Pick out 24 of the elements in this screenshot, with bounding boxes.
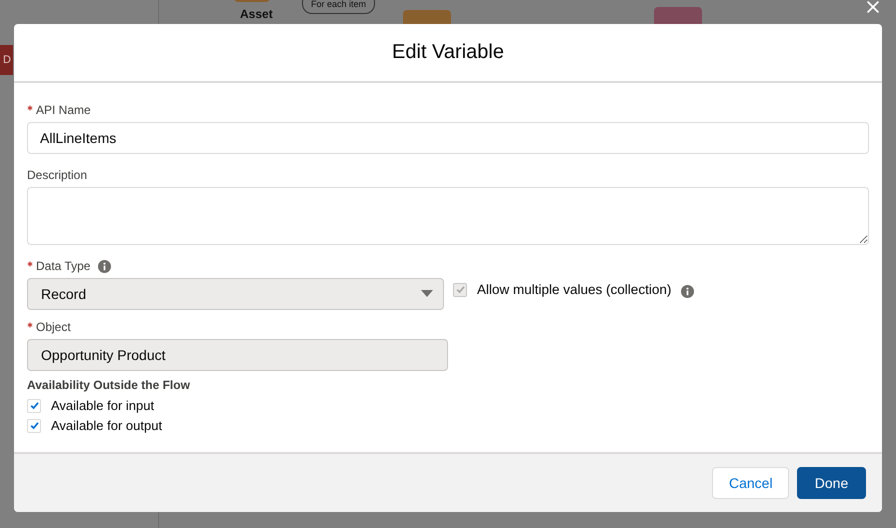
api-name-field[interactable]: AllLineItems — [27, 122, 869, 154]
field-label: Object — [36, 320, 71, 334]
checkbox[interactable] — [27, 398, 41, 412]
checkbox-label: Available for output — [51, 418, 162, 433]
cancel-button[interactable]: Cancel — [712, 467, 789, 499]
field-label: API Name — [36, 103, 91, 117]
checkbox-label: Available for input — [51, 398, 154, 413]
info-icon[interactable] — [98, 260, 112, 272]
connector-label: For each item — [302, 0, 376, 14]
side-button[interactable]: D — [0, 45, 13, 75]
checkbox-label: Allow multiple values (collection) — [477, 282, 672, 297]
caret-icon — [421, 290, 433, 298]
modal-title: Edit Variable — [392, 41, 504, 64]
field-label: Data Type — [36, 259, 90, 273]
data-type-dropdown[interactable]: Record — [27, 278, 444, 310]
checkbox[interactable] — [27, 418, 41, 432]
info-icon[interactable] — [681, 285, 694, 298]
description-field[interactable] — [27, 187, 869, 245]
close-icon[interactable] — [864, 0, 882, 14]
done-button[interactable]: Done — [797, 467, 866, 499]
section-heading: Availability Outside the Flow — [27, 378, 191, 392]
node-label: Asset — [240, 7, 273, 21]
object-field[interactable]: Opportunity Product — [27, 339, 448, 371]
field-label: Description — [27, 168, 88, 182]
